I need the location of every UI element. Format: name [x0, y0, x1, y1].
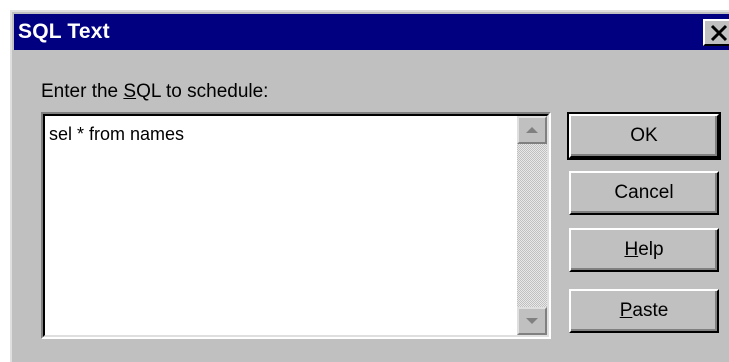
paste-button[interactable]: Paste — [569, 289, 719, 333]
dialog-title: SQL Text — [18, 20, 110, 43]
sql-text-dialog: SQL Text Enter the SQL to schedule: sel … — [10, 10, 729, 362]
help-button[interactable]: Help — [569, 228, 719, 272]
triangle-up-icon — [526, 127, 538, 133]
sql-textarea[interactable]: sel * from names — [41, 112, 551, 339]
prompt-accelerator: S — [123, 81, 137, 102]
triangle-down-icon — [526, 318, 538, 324]
help-accelerator: H — [624, 239, 639, 260]
vertical-scrollbar[interactable] — [517, 116, 547, 335]
close-x-icon — [710, 24, 728, 42]
sql-prompt-label: Enter the SQL to schedule: — [41, 81, 268, 103]
help-label-rest: elp — [638, 239, 664, 260]
scroll-up-button[interactable] — [517, 116, 547, 144]
prompt-text-after: QL to schedule: — [136, 81, 269, 102]
scroll-down-button[interactable] — [517, 307, 547, 335]
ok-button[interactable]: OK — [567, 112, 721, 160]
prompt-text-before: Enter the — [41, 81, 124, 102]
cancel-button[interactable]: Cancel — [569, 171, 719, 215]
title-bar[interactable]: SQL Text — [14, 14, 729, 50]
paste-accelerator: P — [619, 300, 633, 321]
paste-label-rest: aste — [632, 300, 669, 321]
sql-text-value[interactable]: sel * from names — [49, 124, 184, 145]
close-button[interactable] — [703, 19, 729, 46]
sql-textarea-inner: sel * from names — [43, 114, 549, 337]
